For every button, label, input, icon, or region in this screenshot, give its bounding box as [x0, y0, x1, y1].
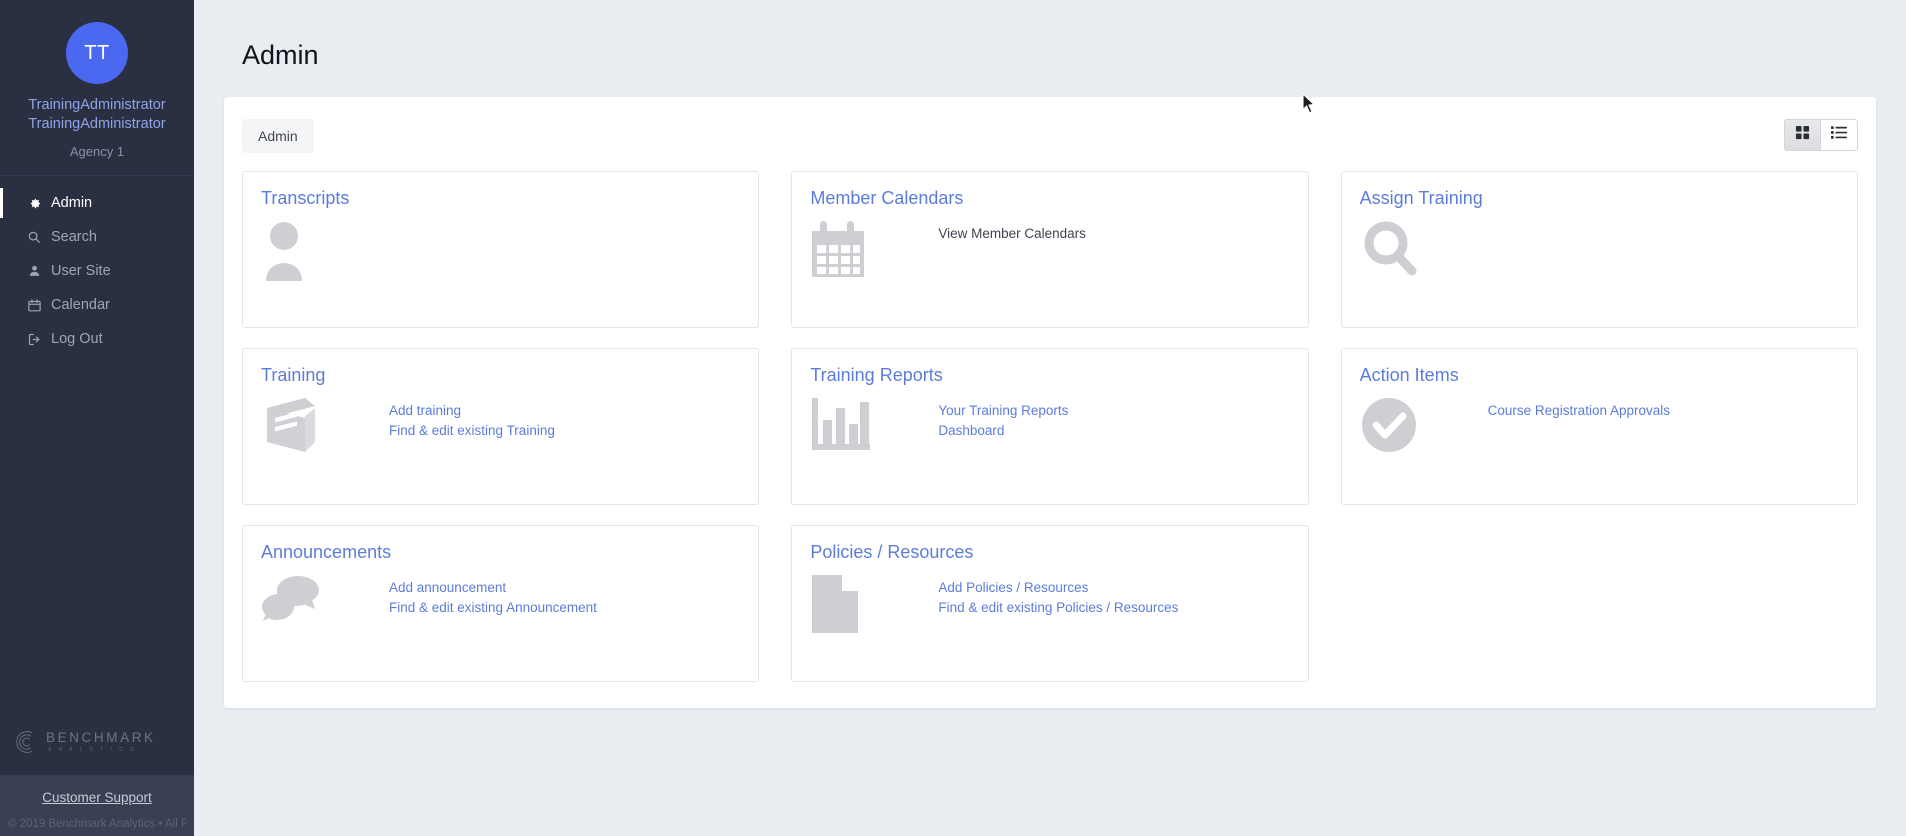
document-icon: [810, 569, 938, 643]
card-member-calendars[interactable]: Member Calendars View Member Calendars: [791, 171, 1309, 328]
sidebar-item-label: Search: [51, 229, 97, 245]
logout-icon: [26, 331, 42, 347]
panel-toolbar: Admin: [242, 119, 1858, 153]
card-body: Your Training Reports Dashboard: [810, 392, 1289, 466]
card-link-add-training[interactable]: Add training: [389, 402, 555, 420]
copyright-text: © 2019 Benchmark Analytics • All Rights: [8, 818, 186, 830]
check-circle-icon: [1360, 392, 1488, 466]
sidebar-item-user-site[interactable]: User Site: [0, 254, 194, 288]
list-icon: [1831, 125, 1847, 145]
customer-support-link[interactable]: Customer Support: [42, 790, 152, 805]
sidebar-profile: TT TrainingAdministrator TrainingAdminis…: [0, 0, 194, 176]
app-root: TT TrainingAdministrator TrainingAdminis…: [0, 0, 1906, 836]
card-links: Course Registration Approvals: [1488, 392, 1670, 420]
card-link-add-policies-resources[interactable]: Add Policies / Resources: [938, 579, 1178, 597]
card-body: Add announcement Find & edit existing An…: [261, 569, 740, 643]
card-link-add-announcement[interactable]: Add announcement: [389, 579, 597, 597]
card-action-items[interactable]: Action Items Course Registration Approva…: [1340, 348, 1858, 505]
main-content: Admin Admin Transcripts Member Calendars…: [194, 0, 1906, 836]
avatar-initials: TT: [84, 41, 110, 64]
card-link-find-edit-policies-resources[interactable]: Find & edit existing Policies / Resource…: [938, 599, 1178, 617]
card-announcements[interactable]: Announcements Add announcement Find & ed…: [242, 525, 760, 682]
logo-word: BENCHMARK: [46, 730, 156, 746]
card-body: [1360, 215, 1839, 289]
gear-icon: [26, 195, 42, 211]
grid-view-button[interactable]: [1784, 119, 1821, 151]
card-links: Add announcement Find & edit existing An…: [389, 569, 597, 617]
card-policies-resources[interactable]: Policies / Resources Add Policies / Reso…: [791, 525, 1309, 682]
sidebar-item-label: User Site: [51, 263, 111, 279]
card-body: Course Registration Approvals: [1360, 392, 1839, 466]
bar-chart-icon: [810, 392, 938, 466]
magnifier-icon: [1360, 215, 1488, 289]
card-training[interactable]: Training Add training Find & edit existi…: [242, 348, 760, 505]
sidebar-item-label: Calendar: [51, 297, 110, 313]
admin-card-grid: Transcripts Member Calendars View Member…: [242, 171, 1858, 682]
card-body: Add Policies / Resources Find & edit exi…: [810, 569, 1289, 643]
calendar-icon: [26, 297, 42, 313]
agency-label: Agency 1: [69, 144, 125, 159]
card-title[interactable]: Action Items: [1360, 365, 1839, 386]
card-assign-training[interactable]: Assign Training: [1340, 171, 1858, 328]
user-name-line2: TrainingAdministrator: [28, 116, 166, 132]
card-title[interactable]: Member Calendars: [810, 188, 1289, 209]
card-body: Add training Find & edit existing Traini…: [261, 392, 740, 466]
user-name-line1: TrainingAdministrator: [28, 97, 166, 113]
calendar-icon: [810, 215, 938, 289]
card-link-dashboard[interactable]: Dashboard: [938, 422, 1068, 440]
logo-subtitle: A N A L Y T I C S: [48, 746, 137, 753]
card-link-course-registration-approvals[interactable]: Course Registration Approvals: [1488, 402, 1670, 420]
user-name: TrainingAdministrator TrainingAdministra…: [10, 96, 184, 134]
card-training-reports[interactable]: Training Reports Your Training Reports D…: [791, 348, 1309, 505]
book-icon: [261, 392, 389, 466]
card-title[interactable]: Training Reports: [810, 365, 1289, 386]
card-body: View Member Calendars: [810, 215, 1289, 289]
sidebar-item-search[interactable]: Search: [0, 220, 194, 254]
search-icon: [26, 229, 42, 245]
card-link-view-member-calendars[interactable]: View Member Calendars: [938, 225, 1086, 243]
card-body: [261, 215, 740, 289]
card-links: Add training Find & edit existing Traini…: [389, 392, 555, 440]
avatar: TT: [66, 22, 128, 84]
user-icon: [26, 263, 42, 279]
card-links: Your Training Reports Dashboard: [938, 392, 1068, 440]
sidebar-item-log-out[interactable]: Log Out: [0, 322, 194, 356]
sidebar-nav: Admin Search User Site Calendar Log Out: [0, 176, 194, 356]
card-title[interactable]: Policies / Resources: [810, 542, 1289, 563]
grid-icon: [1795, 125, 1810, 145]
card-links: View Member Calendars: [938, 215, 1086, 243]
sidebar-item-admin[interactable]: Admin: [0, 186, 194, 220]
person-icon: [261, 215, 389, 289]
page-title: Admin: [242, 40, 319, 70]
breadcrumb-admin[interactable]: Admin: [242, 119, 314, 153]
card-link-your-training-reports[interactable]: Your Training Reports: [938, 402, 1068, 420]
card-link-find-edit-training[interactable]: Find & edit existing Training: [389, 422, 555, 440]
card-transcripts[interactable]: Transcripts: [242, 171, 760, 328]
card-links: Add Policies / Resources Find & edit exi…: [938, 569, 1178, 617]
sidebar-item-label: Log Out: [51, 331, 103, 347]
sidebar-item-calendar[interactable]: Calendar: [0, 288, 194, 322]
sidebar-footer: Customer Support © 2019 Benchmark Analyt…: [0, 775, 194, 836]
card-title[interactable]: Transcripts: [261, 188, 740, 209]
sidebar: TT TrainingAdministrator TrainingAdminis…: [0, 0, 194, 836]
sidebar-item-label: Admin: [51, 195, 93, 211]
card-title[interactable]: Announcements: [261, 542, 740, 563]
benchmark-wordmark: BENCHMARK A N A L Y T I C S: [46, 731, 156, 753]
speech-bubbles-icon: [261, 569, 389, 643]
card-title[interactable]: Assign Training: [1360, 188, 1839, 209]
view-toggle-group: [1784, 119, 1858, 151]
admin-panel: Admin Transcripts Member Calendars View …: [224, 97, 1876, 708]
card-title[interactable]: Training: [261, 365, 740, 386]
benchmark-swirl-icon: [14, 729, 40, 755]
list-view-button[interactable]: [1821, 119, 1858, 151]
card-link-find-edit-announcement[interactable]: Find & edit existing Announcement: [389, 599, 597, 617]
benchmark-logo: BENCHMARK A N A L Y T I C S: [0, 729, 194, 775]
